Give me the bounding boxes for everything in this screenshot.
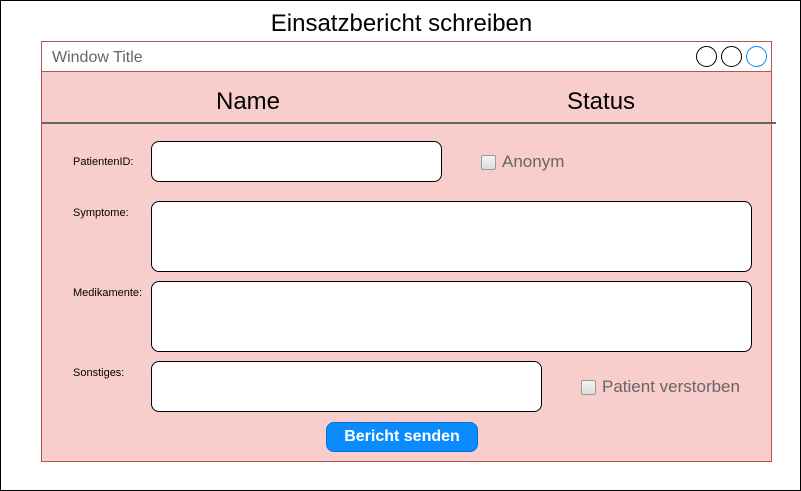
window-button-2-icon[interactable] [721, 46, 742, 67]
app-frame: Einsatzbericht schreiben Window Title Na… [0, 0, 801, 491]
verstorben-checkbox[interactable]: Patient verstorben [581, 377, 740, 397]
medikamente-label: Medikamente: [73, 287, 143, 299]
anonym-label: Anonym [502, 152, 565, 171]
verstorben-checkbox-box[interactable] [581, 379, 596, 395]
symptome-label: Symptome: [73, 207, 129, 219]
header-divider [42, 122, 776, 124]
sonstiges-textarea[interactable] [151, 361, 542, 412]
sonstiges-label: Sonstiges: [73, 367, 125, 379]
patient-id-label: PatientenID: [73, 156, 134, 168]
medikamente-textarea[interactable] [151, 281, 752, 352]
verstorben-label: Patient verstorben [602, 377, 740, 396]
window-titlebar: Window Title [42, 42, 771, 72]
window-button-1-icon[interactable] [696, 46, 717, 67]
send-report-button[interactable]: Bericht senden [326, 422, 478, 452]
window-button-3-icon[interactable] [746, 46, 767, 67]
anonym-checkbox-box[interactable] [481, 154, 496, 170]
page-title: Einsatzbericht schreiben [270, 10, 533, 37]
report-window: Window Title Name Status PatientenID: An… [41, 41, 776, 462]
column-header-name: Name [216, 88, 281, 115]
window-title: Window Title [52, 49, 143, 66]
anonym-checkbox[interactable]: Anonym [481, 152, 564, 172]
patient-id-input[interactable] [151, 141, 442, 182]
symptome-textarea[interactable] [151, 201, 752, 272]
column-header-status: Status [567, 88, 636, 115]
